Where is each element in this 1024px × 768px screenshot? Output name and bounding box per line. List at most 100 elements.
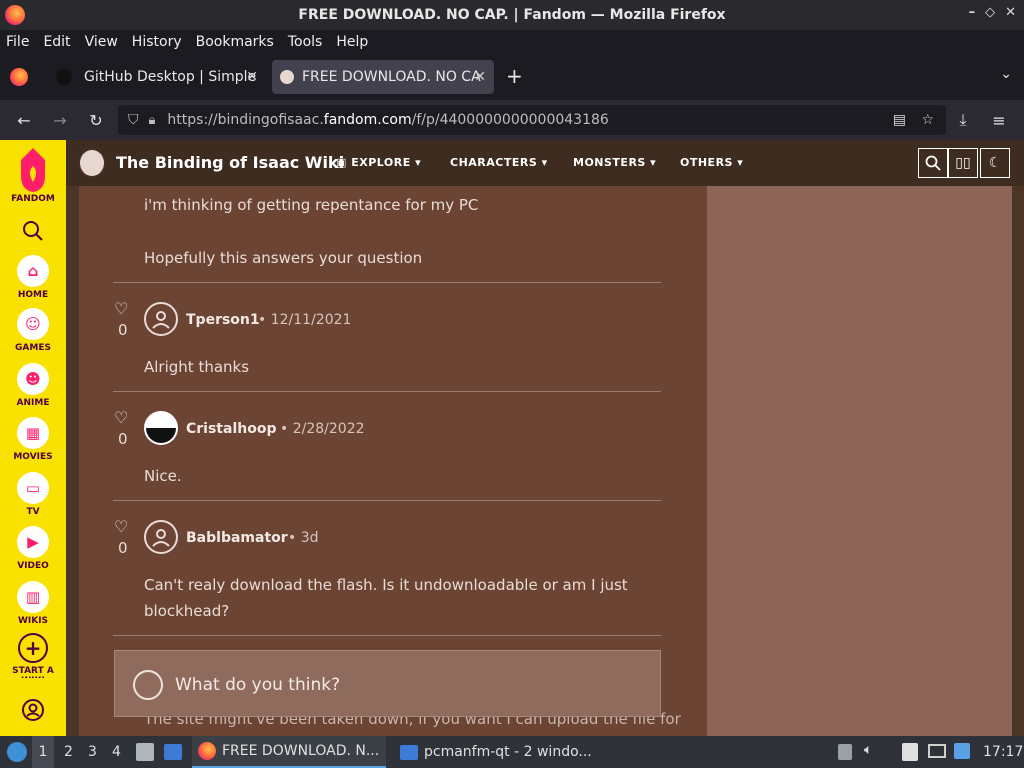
rail-games[interactable]: ☺ GAMES bbox=[0, 308, 66, 353]
network-icon[interactable] bbox=[928, 744, 946, 758]
task-firefox[interactable]: FREE DOWNLOAD. N... bbox=[192, 736, 386, 768]
nav-label: MONSTERS bbox=[573, 156, 646, 169]
menu-history[interactable]: History bbox=[132, 34, 182, 50]
rail-label: VIDEO bbox=[17, 561, 49, 571]
bookmark-star-icon[interactable]: ☆ bbox=[921, 112, 934, 128]
rail-home[interactable]: ⌂ HOME bbox=[0, 255, 66, 300]
shield-icon[interactable]: ⛉ bbox=[128, 112, 139, 128]
username[interactable]: Bablbamator bbox=[186, 530, 288, 546]
workspace-2[interactable]: 2 bbox=[64, 744, 73, 760]
post-date: • 2/28/2022 bbox=[280, 421, 365, 437]
clock[interactable]: 17:17 bbox=[983, 744, 1023, 760]
wiki-logo-icon[interactable] bbox=[78, 148, 106, 178]
rail-tv[interactable]: ▭ TV bbox=[0, 472, 66, 517]
post-date: • 12/11/2021 bbox=[258, 312, 352, 328]
tab-free-download[interactable]: FREE DOWNLOAD. NO CA ✕ bbox=[272, 60, 494, 94]
rail-label: ANIME bbox=[16, 398, 50, 408]
user-placeholder-icon bbox=[152, 311, 170, 329]
wiki-title[interactable]: The Binding of Isaac Wiki bbox=[116, 153, 344, 172]
search-icon bbox=[925, 155, 941, 171]
url-bar[interactable]: ⛉ 🔒︎ https://bindingofisaac. fandom.com/f… bbox=[118, 105, 946, 135]
desktop-icon[interactable] bbox=[164, 744, 182, 760]
volume-icon[interactable]: 🔈︎ bbox=[864, 742, 872, 758]
menu-view[interactable]: View bbox=[85, 34, 118, 50]
tab-close-icon[interactable]: ✕ bbox=[474, 69, 486, 85]
rail-start-wiki[interactable]: + START A WIKI bbox=[0, 633, 66, 678]
clipboard-manager-icon[interactable] bbox=[902, 743, 918, 761]
firefox-logo-icon bbox=[198, 742, 216, 760]
menu-bookmarks[interactable]: Bookmarks bbox=[196, 34, 274, 50]
user-icon bbox=[22, 699, 44, 721]
list-all-tabs-icon[interactable]: ⌄ bbox=[1000, 66, 1012, 82]
nav-explore[interactable]: ▣ EXPLORE ▾ bbox=[336, 156, 421, 169]
rail-account[interactable] bbox=[0, 698, 66, 722]
workspace-3[interactable]: 3 bbox=[88, 744, 97, 760]
like-count: 0 bbox=[118, 539, 128, 557]
rail-wikis[interactable]: ▥ WIKIS bbox=[0, 581, 66, 626]
back-button[interactable]: ← bbox=[13, 109, 35, 131]
nav-label: CHARACTERS bbox=[450, 156, 538, 169]
menu-file[interactable]: File bbox=[6, 34, 29, 50]
workspace-4[interactable]: 4 bbox=[112, 744, 121, 760]
rail-movies[interactable]: ▦ MOVIES bbox=[0, 417, 66, 462]
reading-mode-button[interactable]: ▯▯ bbox=[948, 148, 978, 178]
nav-characters[interactable]: CHARACTERS ▾ bbox=[450, 156, 548, 169]
reply-placeholder[interactable]: What do you think? bbox=[175, 675, 340, 695]
rail-video[interactable]: ▶ VIDEO bbox=[0, 526, 66, 571]
divider bbox=[113, 391, 661, 392]
system-taskbar: 1 2 3 4 FREE DOWNLOAD. N... pcmanfm-qt -… bbox=[0, 736, 1024, 768]
maximize-icon[interactable]: ◇ bbox=[985, 5, 995, 20]
like-count: 0 bbox=[118, 321, 128, 339]
rail-label: MOVIES bbox=[13, 452, 53, 462]
menu-help[interactable]: Help bbox=[336, 34, 368, 50]
downloads-icon[interactable]: ⤓ bbox=[952, 109, 974, 131]
tab-close-icon[interactable]: ✕ bbox=[246, 69, 258, 85]
menu-edit[interactable]: Edit bbox=[43, 34, 70, 50]
minimize-button[interactable]: – bbox=[969, 5, 976, 20]
firefox-view-icon[interactable] bbox=[10, 68, 28, 86]
like-heart-icon[interactable]: ♡ bbox=[114, 517, 128, 536]
reload-button[interactable]: ↻ bbox=[85, 109, 107, 131]
update-notifier-icon[interactable] bbox=[954, 743, 970, 759]
like-heart-icon[interactable]: ♡ bbox=[114, 408, 128, 427]
post-date: • 3d bbox=[288, 530, 319, 546]
file-manager-icon[interactable] bbox=[136, 743, 154, 761]
workspace-1[interactable]: 1 bbox=[32, 736, 54, 768]
task-label: FREE DOWNLOAD. N... bbox=[222, 743, 380, 759]
fandom-global-nav: FANDOM ⌂ HOME ☺ GAMES ☻ ANIME ▦ MOVIES ▭… bbox=[0, 140, 66, 736]
tab-label: FREE DOWNLOAD. NO CA bbox=[302, 69, 481, 85]
lock-icon[interactable]: 🔒︎ bbox=[149, 113, 156, 128]
dark-mode-button[interactable]: ☾ bbox=[980, 148, 1010, 178]
clipboard-icon[interactable] bbox=[838, 744, 852, 760]
anime-icon: ☻ bbox=[17, 363, 49, 395]
menu-tools[interactable]: Tools bbox=[288, 34, 323, 50]
tab-github-desktop[interactable]: GitHub Desktop | Simple ✕ bbox=[48, 60, 266, 94]
rail-search[interactable] bbox=[0, 220, 66, 242]
close-window-button[interactable]: ✕ bbox=[1005, 5, 1016, 20]
avatar[interactable] bbox=[144, 411, 178, 445]
divider bbox=[113, 635, 661, 636]
book-open-icon: ▯▯ bbox=[955, 155, 971, 171]
username[interactable]: Tperson1 bbox=[186, 312, 260, 328]
task-pcmanfm[interactable]: pcmanfm-qt - 2 windo... bbox=[394, 736, 594, 768]
avatar[interactable] bbox=[144, 302, 178, 336]
reply-text: Can't realy download the flash. Is it un… bbox=[144, 576, 628, 594]
rail-anime[interactable]: ☻ ANIME bbox=[0, 363, 66, 408]
nav-others[interactable]: OTHERS ▾ bbox=[680, 156, 743, 169]
username[interactable]: Cristalhoop bbox=[186, 421, 276, 437]
forward-button[interactable]: → bbox=[49, 109, 71, 131]
nav-monsters[interactable]: MONSTERS ▾ bbox=[573, 156, 656, 169]
avatar[interactable] bbox=[144, 520, 178, 554]
reply-text: Alright thanks bbox=[144, 358, 250, 376]
firefox-logo-icon bbox=[5, 5, 25, 25]
tab-label: GitHub Desktop | Simple bbox=[84, 69, 257, 85]
fandom-logo[interactable]: FANDOM bbox=[0, 146, 66, 204]
reader-view-icon[interactable]: ▤ bbox=[893, 112, 906, 128]
reply-composer[interactable]: What do you think? bbox=[114, 650, 661, 717]
new-tab-button[interactable]: + bbox=[506, 64, 523, 88]
wiki-search-button[interactable] bbox=[918, 148, 948, 178]
like-heart-icon[interactable]: ♡ bbox=[114, 299, 128, 318]
window-titlebar: FREE DOWNLOAD. NO CAP. | Fandom — Mozill… bbox=[0, 0, 1024, 30]
start-menu-icon[interactable] bbox=[7, 742, 27, 762]
hamburger-menu-icon[interactable]: ≡ bbox=[988, 109, 1010, 131]
